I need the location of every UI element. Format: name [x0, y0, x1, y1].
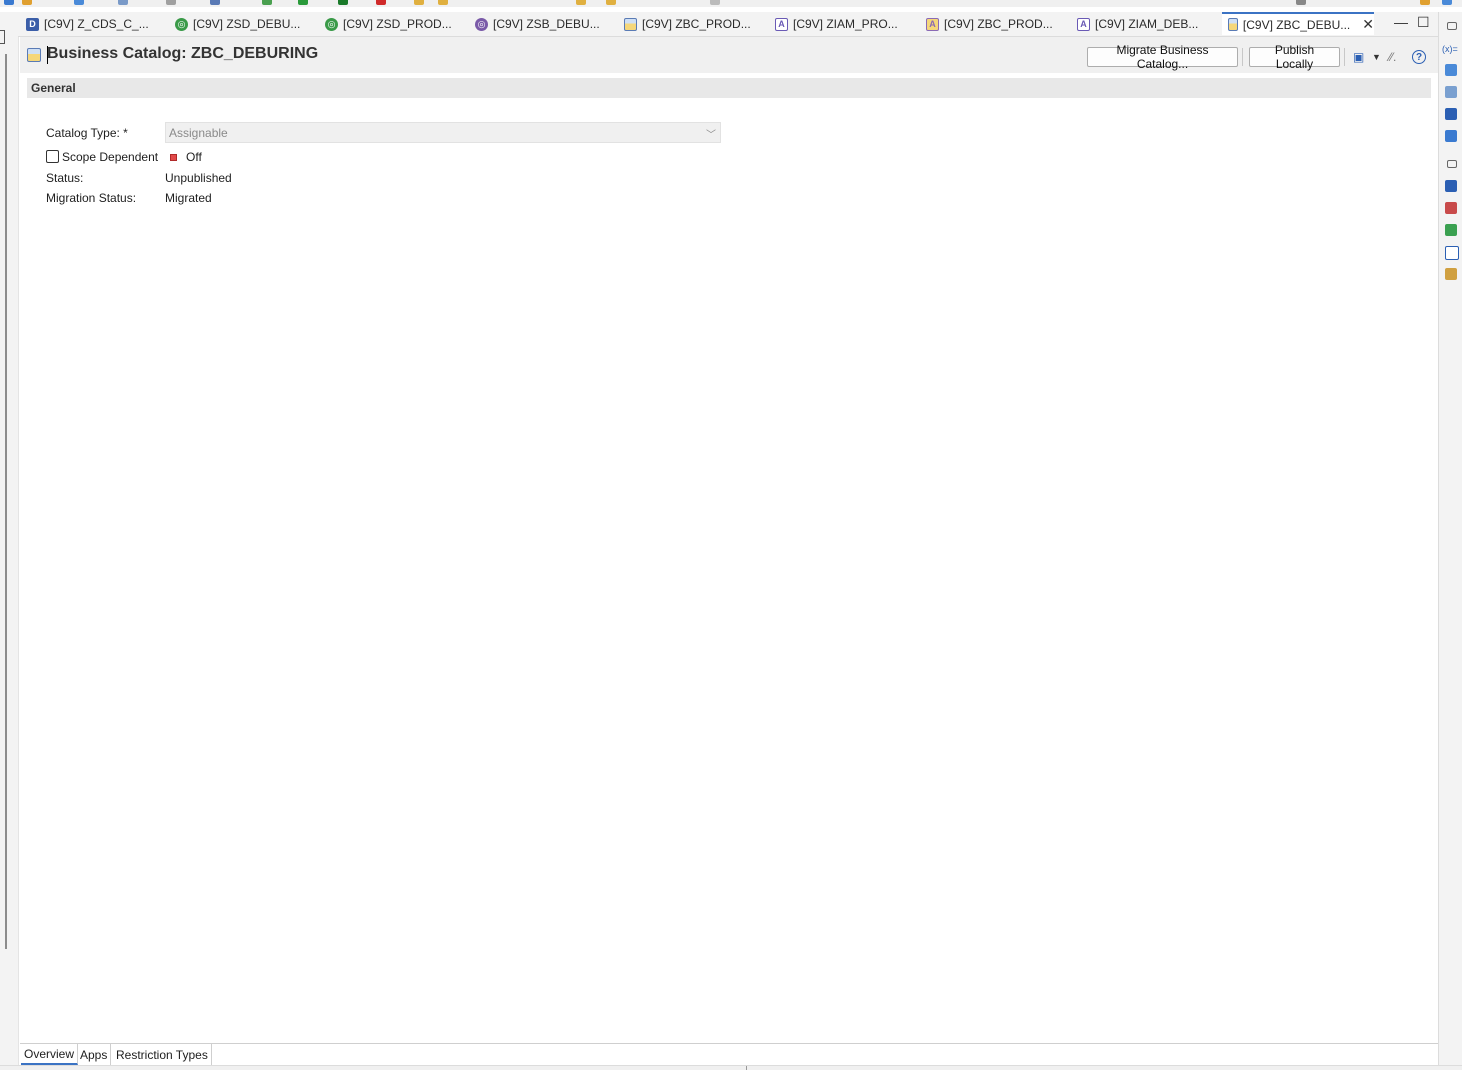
business-catalog-app-icon: A — [926, 17, 939, 31]
breakpoints-icon[interactable] — [1445, 64, 1457, 76]
editor-tab[interactable]: D [C9V] Z_CDS_C_... — [26, 12, 149, 36]
chevron-down-icon: ﹀ — [706, 130, 716, 141]
status-value: Unpublished — [165, 171, 232, 185]
tasks-icon[interactable] — [1445, 130, 1457, 142]
edit-icon[interactable]: ⁄⁄. — [1389, 50, 1396, 64]
transport-icon[interactable] — [1445, 224, 1457, 236]
scope-dependent-state: Off — [186, 150, 202, 164]
editor-tab[interactable]: ◎ [C9V] ZSD_DEBU... — [175, 12, 300, 36]
toolbar-icon[interactable] — [606, 0, 616, 5]
toolbar-separator — [1242, 48, 1243, 66]
toolbar-icon[interactable] — [1420, 0, 1430, 5]
business-catalog-icon — [27, 48, 41, 62]
toolbar-icon[interactable] — [576, 0, 586, 5]
status-bar — [0, 1065, 1462, 1070]
editor-page-tabs: Overview Apps Restriction Types — [20, 1043, 1438, 1066]
left-minimized-panel — [0, 12, 19, 1069]
editor-tab[interactable]: ◎ [C9V] ZSB_DEBU... — [475, 12, 600, 36]
page-title: Business Catalog: ZBC_DEBURING — [47, 45, 319, 62]
tab-label: [C9V] ZIAM_PRO... — [793, 17, 898, 31]
toolbar-icon[interactable] — [298, 0, 308, 5]
iam-app-icon: A — [775, 17, 788, 31]
toolbar-icon[interactable] — [166, 0, 176, 5]
restore-icon[interactable] — [1447, 160, 1457, 168]
migration-status-label: Migration Status: — [46, 191, 137, 205]
migration-status-value: Migrated — [165, 191, 212, 205]
tab-label: [C9V] ZSD_PROD... — [343, 17, 452, 31]
toolbar-icon[interactable] — [414, 0, 424, 5]
tab-overview[interactable]: Overview — [21, 1044, 79, 1065]
scope-dependent-checkbox[interactable] — [46, 150, 59, 163]
main-toolbar — [0, 0, 1462, 7]
catalog-type-select[interactable]: Assignable ﹀ — [165, 122, 721, 143]
editor-tab-strip: D [C9V] Z_CDS_C_... ◎ [C9V] ZSD_DEBU... … — [18, 12, 1438, 37]
tab-label: [C9V] ZBC_PROD... — [944, 17, 1053, 31]
outline-icon[interactable] — [1445, 86, 1457, 98]
section-title: General — [31, 81, 76, 95]
business-catalog-icon — [1228, 18, 1238, 31]
toolbar-icon[interactable] — [376, 0, 386, 5]
restore-icon[interactable] — [0, 30, 5, 44]
toolbar-icon[interactable] — [338, 0, 348, 5]
ddl-icon: D — [26, 17, 39, 31]
tab-label: [C9V] ZIAM_DEB... — [1095, 17, 1199, 31]
bookmarks-icon[interactable] — [1445, 268, 1457, 280]
toolbar-separator — [1344, 48, 1345, 66]
toolbar-icon[interactable] — [4, 0, 14, 5]
tab-label: [C9V] ZSB_DEBU... — [493, 17, 600, 31]
tab-apps[interactable]: Apps — [77, 1044, 112, 1065]
toolbar-icon[interactable] — [710, 0, 720, 5]
editor-tab[interactable]: A [C9V] ZIAM_PRO... — [775, 12, 898, 36]
feed-icon[interactable] — [1445, 108, 1457, 120]
tab-label: [C9V] ZBC_DEBU... — [1242, 17, 1351, 32]
problems-icon[interactable] — [1445, 202, 1457, 214]
text-cursor — [47, 46, 48, 64]
off-status-icon — [170, 154, 177, 161]
toolbar-icon[interactable] — [262, 0, 272, 5]
toolbar-icon[interactable] — [210, 0, 220, 5]
toolbar-icon[interactable] — [118, 0, 128, 5]
service-definition-icon: ◎ — [175, 17, 188, 31]
perspective-icon[interactable] — [1442, 0, 1452, 5]
properties-icon[interactable] — [1445, 246, 1459, 260]
chevron-down-icon[interactable]: ▼ — [1372, 52, 1381, 62]
share-link-icon[interactable]: ▣ — [1353, 50, 1364, 64]
close-icon[interactable]: ✕ — [1362, 16, 1374, 33]
tab-label: [C9V] ZSD_DEBU... — [193, 17, 301, 31]
restore-icon[interactable] — [1447, 22, 1457, 30]
console-icon[interactable] — [1445, 180, 1457, 192]
general-section-header[interactable]: General — [27, 78, 1431, 98]
toolbar-icon[interactable] — [22, 0, 32, 5]
service-binding-icon: ◎ — [475, 17, 488, 31]
toolbar-icon[interactable] — [438, 0, 448, 5]
tab-restriction-types[interactable]: Restriction Types — [113, 1044, 212, 1065]
editor-tab[interactable]: ◎ [C9V] ZSD_PROD... — [325, 12, 452, 36]
toolbar-icon[interactable] — [74, 0, 84, 5]
editor-tab[interactable]: A [C9V] ZIAM_DEB... — [1077, 12, 1198, 36]
scope-dependent-label[interactable]: Scope Dependent — [62, 150, 158, 164]
editor-tab[interactable]: A [C9V] ZBC_PROD... — [926, 12, 1053, 36]
editor-tab[interactable]: [C9V] ZBC_PROD... — [624, 12, 751, 36]
editor-header: Business Catalog: ZBC_DEBURING Migrate B… — [20, 37, 1438, 73]
variables-icon[interactable]: (x)= — [1442, 44, 1458, 56]
tab-label: [C9V] ZBC_PROD... — [642, 17, 751, 31]
status-divider — [746, 1066, 747, 1070]
minimize-icon[interactable]: — — [1394, 14, 1408, 30]
iam-app-icon: A — [1077, 17, 1090, 31]
tab-label: [C9V] Z_CDS_C_... — [44, 17, 149, 31]
business-catalog-icon — [624, 17, 637, 31]
right-side-panel: (x)= — [1438, 12, 1462, 1069]
migrate-business-catalog-button[interactable]: Migrate Business Catalog... — [1087, 43, 1238, 71]
status-label: Status: — [46, 171, 84, 185]
panel-divider — [5, 54, 7, 949]
catalog-type-value: Assignable — [169, 126, 228, 140]
catalog-type-label: Catalog Type: * — [46, 126, 128, 140]
editor-tab-active[interactable]: [C9V] ZBC_DEBU... ✕ — [1222, 12, 1374, 35]
maximize-icon[interactable]: ☐ — [1417, 14, 1430, 31]
help-icon[interactable]: ? — [1412, 50, 1426, 64]
publish-locally-button[interactable]: Publish Locally — [1249, 43, 1340, 71]
service-definition-icon: ◎ — [325, 17, 338, 31]
search-icon[interactable] — [1296, 0, 1306, 5]
